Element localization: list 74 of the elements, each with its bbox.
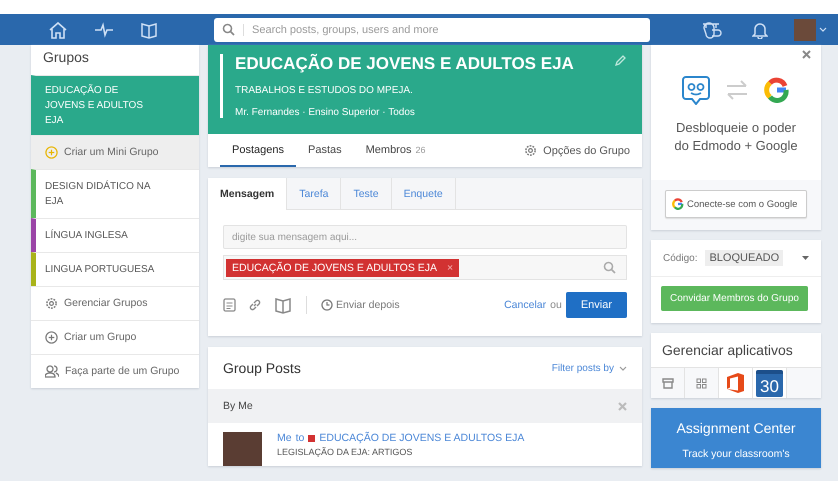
swap-arrows-icon (726, 80, 748, 100)
search-placeholder: Search posts, groups, users and more (243, 24, 438, 36)
google-g-icon (672, 198, 684, 210)
recipient-tag: EDUCAÇÃO DE JOVENS E ADULTOS EJA × (226, 258, 460, 276)
or-text: ou (550, 299, 562, 311)
recipient-field[interactable]: EDUCAÇÃO DE JOVENS E ADULTOS EJA × (223, 255, 627, 280)
composer-tab[interactable]: Tarefa (287, 178, 342, 209)
gear-icon (524, 144, 538, 157)
group-tab[interactable]: Pastas (296, 134, 354, 167)
group-item[interactable]: DESIGN DIDÁTICO NA EJA (31, 169, 199, 218)
group-tab[interactable]: Membros 26 (354, 134, 438, 167)
assignment-center-banner[interactable]: Assignment Center Track your classroom's (651, 408, 821, 468)
close-icon[interactable] (802, 50, 811, 59)
author-link[interactable]: Me (277, 432, 292, 444)
group-meta: Mr. Fernandes · Ensino Superior · Todos (235, 107, 416, 118)
avatar-photo-placeholder (223, 432, 262, 466)
group-item[interactable]: EDUCAÇÃO DE JOVENS E ADULTOS EJA (31, 75, 199, 135)
create-group-link[interactable]: Criar um Grupo (31, 320, 199, 354)
group-color-icon (308, 434, 316, 442)
plus-circle-icon (45, 146, 58, 159)
chevron-down-icon (619, 366, 627, 370)
book-icon[interactable] (274, 296, 292, 314)
send-button[interactable]: Enviar (566, 292, 627, 318)
composer-tab[interactable]: Teste (341, 178, 392, 209)
join-group-link[interactable]: Faça parte de um Grupo (31, 354, 199, 388)
bell-icon[interactable] (752, 20, 768, 38)
caret-icon[interactable] (802, 256, 809, 260)
section-title: By Me (223, 400, 253, 412)
group-options-link[interactable]: Opções do Grupo (524, 144, 630, 157)
group-title: EDUCAÇÃO DE JOVENS E ADULTOS EJA (235, 54, 575, 74)
code-value: BLOQUEADO (705, 250, 784, 266)
sidebar-title: Grupos (42, 48, 90, 67)
banner-text: Track your classroom's (682, 448, 790, 460)
apps-title: Gerenciar aplicativos (661, 341, 794, 360)
post-text: LEGISLAÇÃO DA EJA: ARTIGOS (277, 447, 414, 457)
pulse-icon[interactable] (94, 22, 114, 38)
group-item[interactable]: LÍNGUA INGLESA (31, 218, 199, 252)
grid-icon[interactable] (696, 378, 707, 388)
schedule-link[interactable]: Enviar depois (321, 299, 400, 311)
filter-link[interactable]: Filter posts by (552, 362, 627, 374)
search-icon (222, 23, 235, 36)
office-icon[interactable] (726, 372, 745, 394)
to-text: to (296, 432, 304, 444)
people-icon (45, 365, 59, 378)
plus-circle-icon (45, 331, 58, 344)
robot-face-icon (682, 75, 710, 105)
home-icon[interactable] (48, 20, 68, 38)
cancel-link[interactable]: Cancelar (504, 299, 546, 311)
gear-icon (45, 297, 58, 310)
code-label: Código: (663, 252, 698, 264)
group-tab[interactable]: Postagens (220, 134, 296, 167)
group-subtitle: TRABALHOS E ESTUDOS DO MPEJA. (235, 85, 414, 96)
search-icon (603, 261, 616, 274)
composer-tab[interactable]: Mensagem (208, 178, 288, 210)
banner-title: Assignment Center (675, 420, 797, 436)
invite-members-button[interactable]: Convidar Membros do Grupo (661, 286, 808, 311)
posts-title: Group Posts (223, 360, 301, 376)
calendar-app-button[interactable]: 30 (756, 370, 783, 396)
create-mini-group-link[interactable]: Criar um Mini Grupo (31, 135, 199, 169)
search-field[interactable]: Search posts, groups, users and more (214, 18, 650, 42)
book-icon[interactable] (140, 20, 158, 38)
link-icon[interactable] (248, 298, 262, 312)
manage-groups-link[interactable]: Gerenciar Grupos (31, 286, 199, 320)
group-item[interactable]: LINGUA PORTUGUESA (31, 252, 199, 286)
promo-text: Desbloqueie o poder do Edmodo + Google (673, 119, 799, 155)
clock-icon (321, 299, 333, 311)
chevron-down-icon[interactable] (819, 27, 827, 32)
note-icon[interactable] (223, 298, 236, 312)
group-link[interactable]: EDUCAÇÃO DE JOVENS E ADULTOS EJA (319, 432, 524, 444)
composer-tab[interactable]: Enquete (392, 178, 456, 209)
pencil-icon[interactable] (614, 55, 626, 67)
message-field[interactable]: digite sua mensagem aqui... (223, 225, 627, 249)
google-connect-button[interactable]: Conecte-se com o Google (665, 190, 807, 218)
google-g-icon (764, 77, 790, 103)
